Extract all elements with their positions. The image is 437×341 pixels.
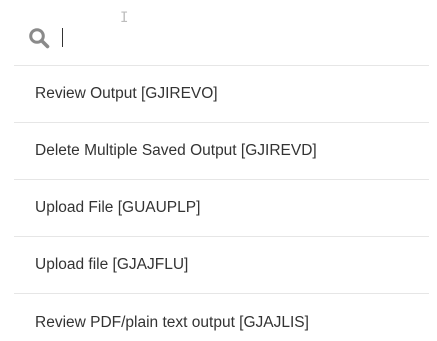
list-item-delete-multiple-saved-output[interactable]: Delete Multiple Saved Output [GJIREVD] bbox=[14, 123, 429, 180]
search-icon bbox=[29, 28, 50, 49]
list-item-upload-file-guauplp[interactable]: Upload File [GUAUPLP] bbox=[14, 180, 429, 237]
list-item-review-pdf-output[interactable]: Review PDF/plain text output [GJAJLIS] bbox=[14, 294, 429, 341]
list-item-upload-file-gjajflu[interactable]: Upload file [GJAJFLU] bbox=[14, 237, 429, 294]
list-item-review-output[interactable]: Review Output [GJIREVO] bbox=[14, 66, 429, 123]
search-bar bbox=[14, 0, 429, 66]
search-dropdown-panel: I Review Output [GJIREVO] Delete Multipl… bbox=[0, 0, 437, 341]
text-cursor bbox=[62, 28, 63, 47]
results-list: Review Output [GJIREVO] Delete Multiple … bbox=[14, 66, 429, 341]
search-input[interactable] bbox=[58, 24, 398, 50]
ibeam-cursor-icon: I bbox=[120, 10, 129, 26]
